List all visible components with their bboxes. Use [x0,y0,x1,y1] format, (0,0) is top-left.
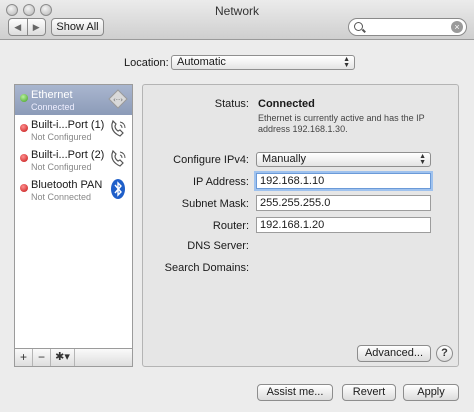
service-status: Connected [31,102,75,112]
revert-button[interactable]: Revert [342,384,396,401]
service-item-ethernet[interactable]: Ethernet Connected ‹··› [15,85,132,115]
location-select[interactable]: Automatic ▲ ▼ [171,55,355,70]
configure-ipv4-value: Manually [262,153,307,165]
service-item-builtin-port-2[interactable]: Built-i...Port (2) Not Configured [15,145,132,175]
apply-button[interactable]: Apply [403,384,459,401]
svg-text:‹··›: ‹··› [113,96,123,104]
ip-address-field[interactable]: 192.168.1.10 [256,173,431,189]
service-list-toolbar: + − ✱▾ [14,349,133,367]
select-arrows-icon: ▲ ▼ [419,153,426,166]
phone-modem-icon [111,149,126,167]
status-description-line2: address 192.168.1.30. [258,124,348,134]
status-value: Connected [258,98,315,110]
subnet-mask-field[interactable]: 255.255.255.0 [256,195,431,211]
service-name: Bluetooth PAN [31,179,103,191]
phone-modem-icon [111,119,126,137]
ip-address-label: IP Address: [192,176,249,188]
search-input[interactable]: × [348,18,467,36]
add-service-button[interactable]: + [15,349,33,366]
status-label: Status: [214,98,249,110]
service-item-bluetooth-pan[interactable]: Bluetooth PAN Not Connected [15,175,132,205]
search-domains-label: Search Domains: [164,262,249,274]
subnet-mask-label: Subnet Mask: [181,198,249,210]
advanced-button[interactable]: Advanced... [357,345,431,362]
service-list: Ethernet Connected ‹··› Built-i...Port (… [14,84,133,349]
router-field[interactable]: 192.168.1.20 [256,217,431,233]
status-indicator [20,184,28,192]
assist-me-button[interactable]: Assist me... [257,384,333,401]
service-name: Built-i...Port (1) [31,119,105,131]
search-icon [354,22,363,31]
service-status: Not Connected [31,192,92,202]
service-status: Not Configured [31,162,92,172]
router-label: Router: [212,220,249,232]
select-arrows-icon: ▲ ▼ [343,56,350,69]
forward-button[interactable]: ▶ [26,19,46,35]
service-name: Ethernet [31,89,73,101]
dns-server-label: DNS Server: [187,240,249,252]
window-title: Network [214,4,259,18]
bluetooth-icon [111,179,125,199]
configure-ipv4-select[interactable]: Manually ▲ ▼ [256,152,431,167]
status-indicator [20,94,28,102]
configure-ipv4-label: Configure IPv4: [173,154,249,166]
location-label: Location: [124,57,169,69]
ethernet-icon: ‹··› [108,89,128,109]
show-all-button[interactable]: Show All [51,18,104,36]
back-button[interactable]: ◀ [9,19,27,35]
status-description-line1: Ethernet is currently active and has the… [258,113,425,123]
status-indicator [20,154,28,162]
service-name: Built-i...Port (2) [31,149,105,161]
status-indicator [20,124,28,132]
location-value: Automatic [177,56,226,68]
title-bar: Network ◀ ▶ Show All × [0,0,474,40]
service-item-builtin-port-1[interactable]: Built-i...Port (1) Not Configured [15,115,132,145]
nav-buttons: ◀ ▶ [8,18,46,36]
action-gear-icon[interactable]: ✱▾ [51,349,75,366]
clear-search-icon[interactable]: × [451,21,463,33]
detail-panel: Status: Connected Ethernet is currently … [142,84,459,367]
remove-service-button[interactable]: − [33,349,51,366]
help-icon[interactable]: ? [436,345,453,362]
service-status: Not Configured [31,132,92,142]
